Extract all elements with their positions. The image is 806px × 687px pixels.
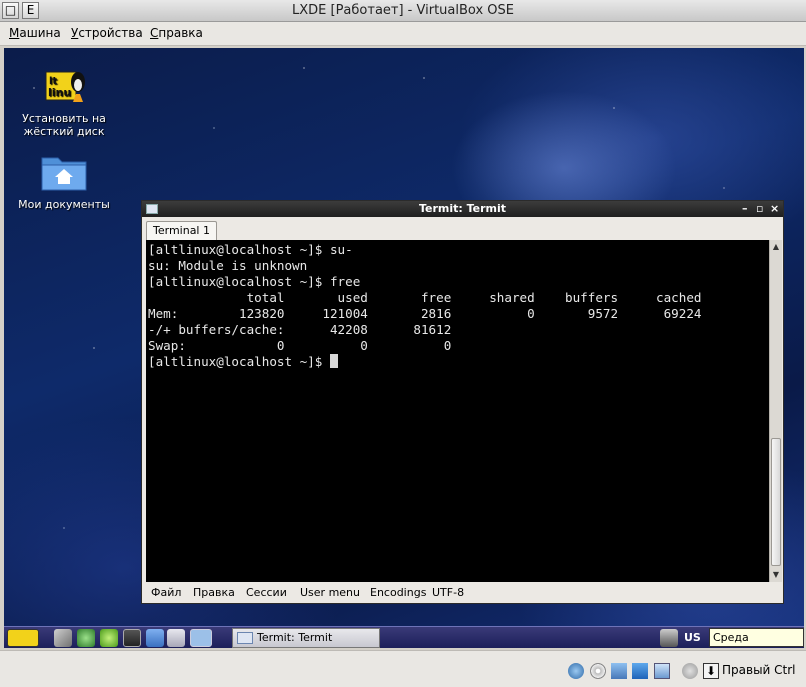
keyboard-capture-icon[interactable]: ⬇ [703, 663, 719, 679]
window-icon [146, 204, 158, 214]
terminal-line: su: Module is unknown [148, 258, 308, 273]
desktop-icon-documents-label: Мои документы [18, 198, 110, 211]
termit-menu-user[interactable]: User menu [300, 586, 360, 599]
network-adapter-icon[interactable] [611, 663, 627, 679]
termit-menu-edit[interactable]: Правка [193, 586, 235, 599]
termit-task-icon [237, 632, 253, 644]
terminal-output[interactable]: [altlinux@localhost ~]$ su- su: Module i… [146, 240, 769, 582]
run-icon[interactable] [54, 629, 72, 647]
browser-icon[interactable] [100, 629, 118, 647]
close-icon[interactable]: × [770, 201, 779, 217]
network-icon[interactable] [660, 629, 678, 647]
minimize-icon[interactable]: – [742, 201, 748, 217]
termit-tabstrip: Terminal 1 [142, 218, 783, 240]
lxde-panel: Termit: Termit US Среда 13.10.2010 [4, 626, 804, 648]
terminal-prompt-line: [altlinux@localhost ~]$ [148, 354, 769, 370]
desktop-icon-documents[interactable]: Мои документы [9, 150, 119, 211]
host-key-label: Правый Ctrl [722, 663, 796, 677]
pager-icon[interactable] [190, 629, 212, 647]
menu-devices[interactable]: Устройства [71, 26, 143, 40]
desktop-icon-install[interactable]: lt linu Установить на жёсткий диск [9, 64, 119, 138]
termit-menu-encodings[interactable]: Encodings [370, 586, 426, 599]
termit-menu-file[interactable]: Файл [151, 586, 181, 599]
hard-disk-icon[interactable] [568, 663, 584, 679]
scroll-thumb[interactable] [771, 438, 781, 566]
terminal-line: Swap: 0 0 0 [148, 338, 452, 353]
taskbar-item-termit[interactable]: Termit: Termit [232, 628, 380, 648]
menu-help[interactable]: Справка [150, 26, 203, 40]
termit-menubar: Файл Правка Сессии User menu Encodings U… [142, 583, 783, 603]
host-statusbar: ⬇ Правый Ctrl [0, 650, 806, 687]
host-titlebar: □ E LXDE [Работает] - VirtualBox OSE [0, 0, 806, 22]
host-window-title: LXDE [Работает] - VirtualBox OSE [292, 3, 514, 18]
terminal-line: [altlinux@localhost ~]$ su- [148, 242, 353, 257]
scroll-down-icon[interactable]: ▼ [770, 569, 782, 581]
termit-window: Termit: Termit – ▫ × Terminal 1 [altlinu… [141, 200, 784, 604]
host-menubar: Машина Устройства Справка [0, 22, 806, 46]
keyboard-layout-indicator[interactable]: US [684, 631, 701, 644]
taskbar-item-label: Termit: Termit [257, 631, 333, 644]
usb-icon[interactable] [632, 663, 648, 679]
guest-desktop: lt linu Установить на жёсткий диск Мои д… [4, 48, 804, 648]
terminal-launcher-icon[interactable] [123, 629, 141, 647]
virtualization-icon [682, 663, 698, 679]
maximize-icon[interactable]: ▫ [756, 201, 763, 217]
desktop-icon-install-label: Установить на жёсткий диск [22, 112, 106, 138]
svg-text:linu: linu [48, 86, 71, 99]
show-desktop-icon[interactable] [146, 629, 164, 647]
terminal-prompt: [altlinux@localhost ~]$ [148, 354, 330, 369]
alt-linux-menu-icon[interactable] [7, 629, 39, 647]
text-cursor [329, 354, 338, 368]
terminal-line: Mem: 123820 121004 2816 0 9572 69224 [148, 306, 702, 321]
file-manager-icon[interactable] [77, 629, 95, 647]
termit-menu-sessions[interactable]: Сессии [246, 586, 287, 599]
termit-menu-utf8[interactable]: UTF-8 [432, 586, 464, 599]
scroll-up-icon[interactable]: ▲ [770, 241, 782, 253]
menu-machine[interactable]: Машина [9, 26, 61, 40]
shared-folders-icon[interactable] [654, 663, 670, 679]
termit-window-title: Termit: Termit [418, 202, 507, 215]
alt-linux-installer-icon: lt linu [40, 64, 88, 108]
terminal-line: total used free shared buffers cached [148, 290, 702, 305]
terminal-scrollbar[interactable]: ▲ ▼ [769, 240, 782, 582]
tab-terminal-1[interactable]: Terminal 1 [146, 221, 217, 240]
termit-titlebar[interactable]: Termit: Termit – ▫ × [142, 201, 783, 217]
panel-clock[interactable]: Среда 13.10.2010 [709, 628, 804, 647]
home-folder-icon [40, 150, 88, 194]
cd-icon[interactable] [590, 663, 606, 679]
terminal-line: -/+ buffers/cache: 42208 81612 [148, 322, 452, 337]
desktop-switcher-icon[interactable] [167, 629, 185, 647]
terminal-line: [altlinux@localhost ~]$ free [148, 274, 361, 289]
